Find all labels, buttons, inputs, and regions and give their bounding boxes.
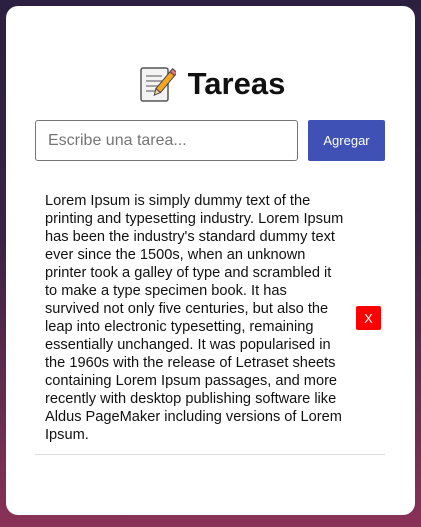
task-input[interactable]: [35, 120, 298, 161]
memo-icon: [139, 67, 176, 102]
task-list: Lorem Ipsum is simply dummy text of the …: [35, 192, 385, 455]
list-item: Lorem Ipsum is simply dummy text of the …: [35, 192, 385, 455]
page-title: Tareas: [6, 64, 415, 104]
task-text: Lorem Ipsum is simply dummy text of the …: [45, 193, 344, 443]
todo-card: Tareas Agregar Lorem Ipsum is simply dum…: [6, 6, 415, 515]
add-task-button[interactable]: Agregar: [308, 120, 385, 161]
delete-task-button[interactable]: X: [356, 306, 381, 330]
title-text: Tareas: [187, 66, 286, 101]
task-form: Agregar: [35, 120, 385, 161]
